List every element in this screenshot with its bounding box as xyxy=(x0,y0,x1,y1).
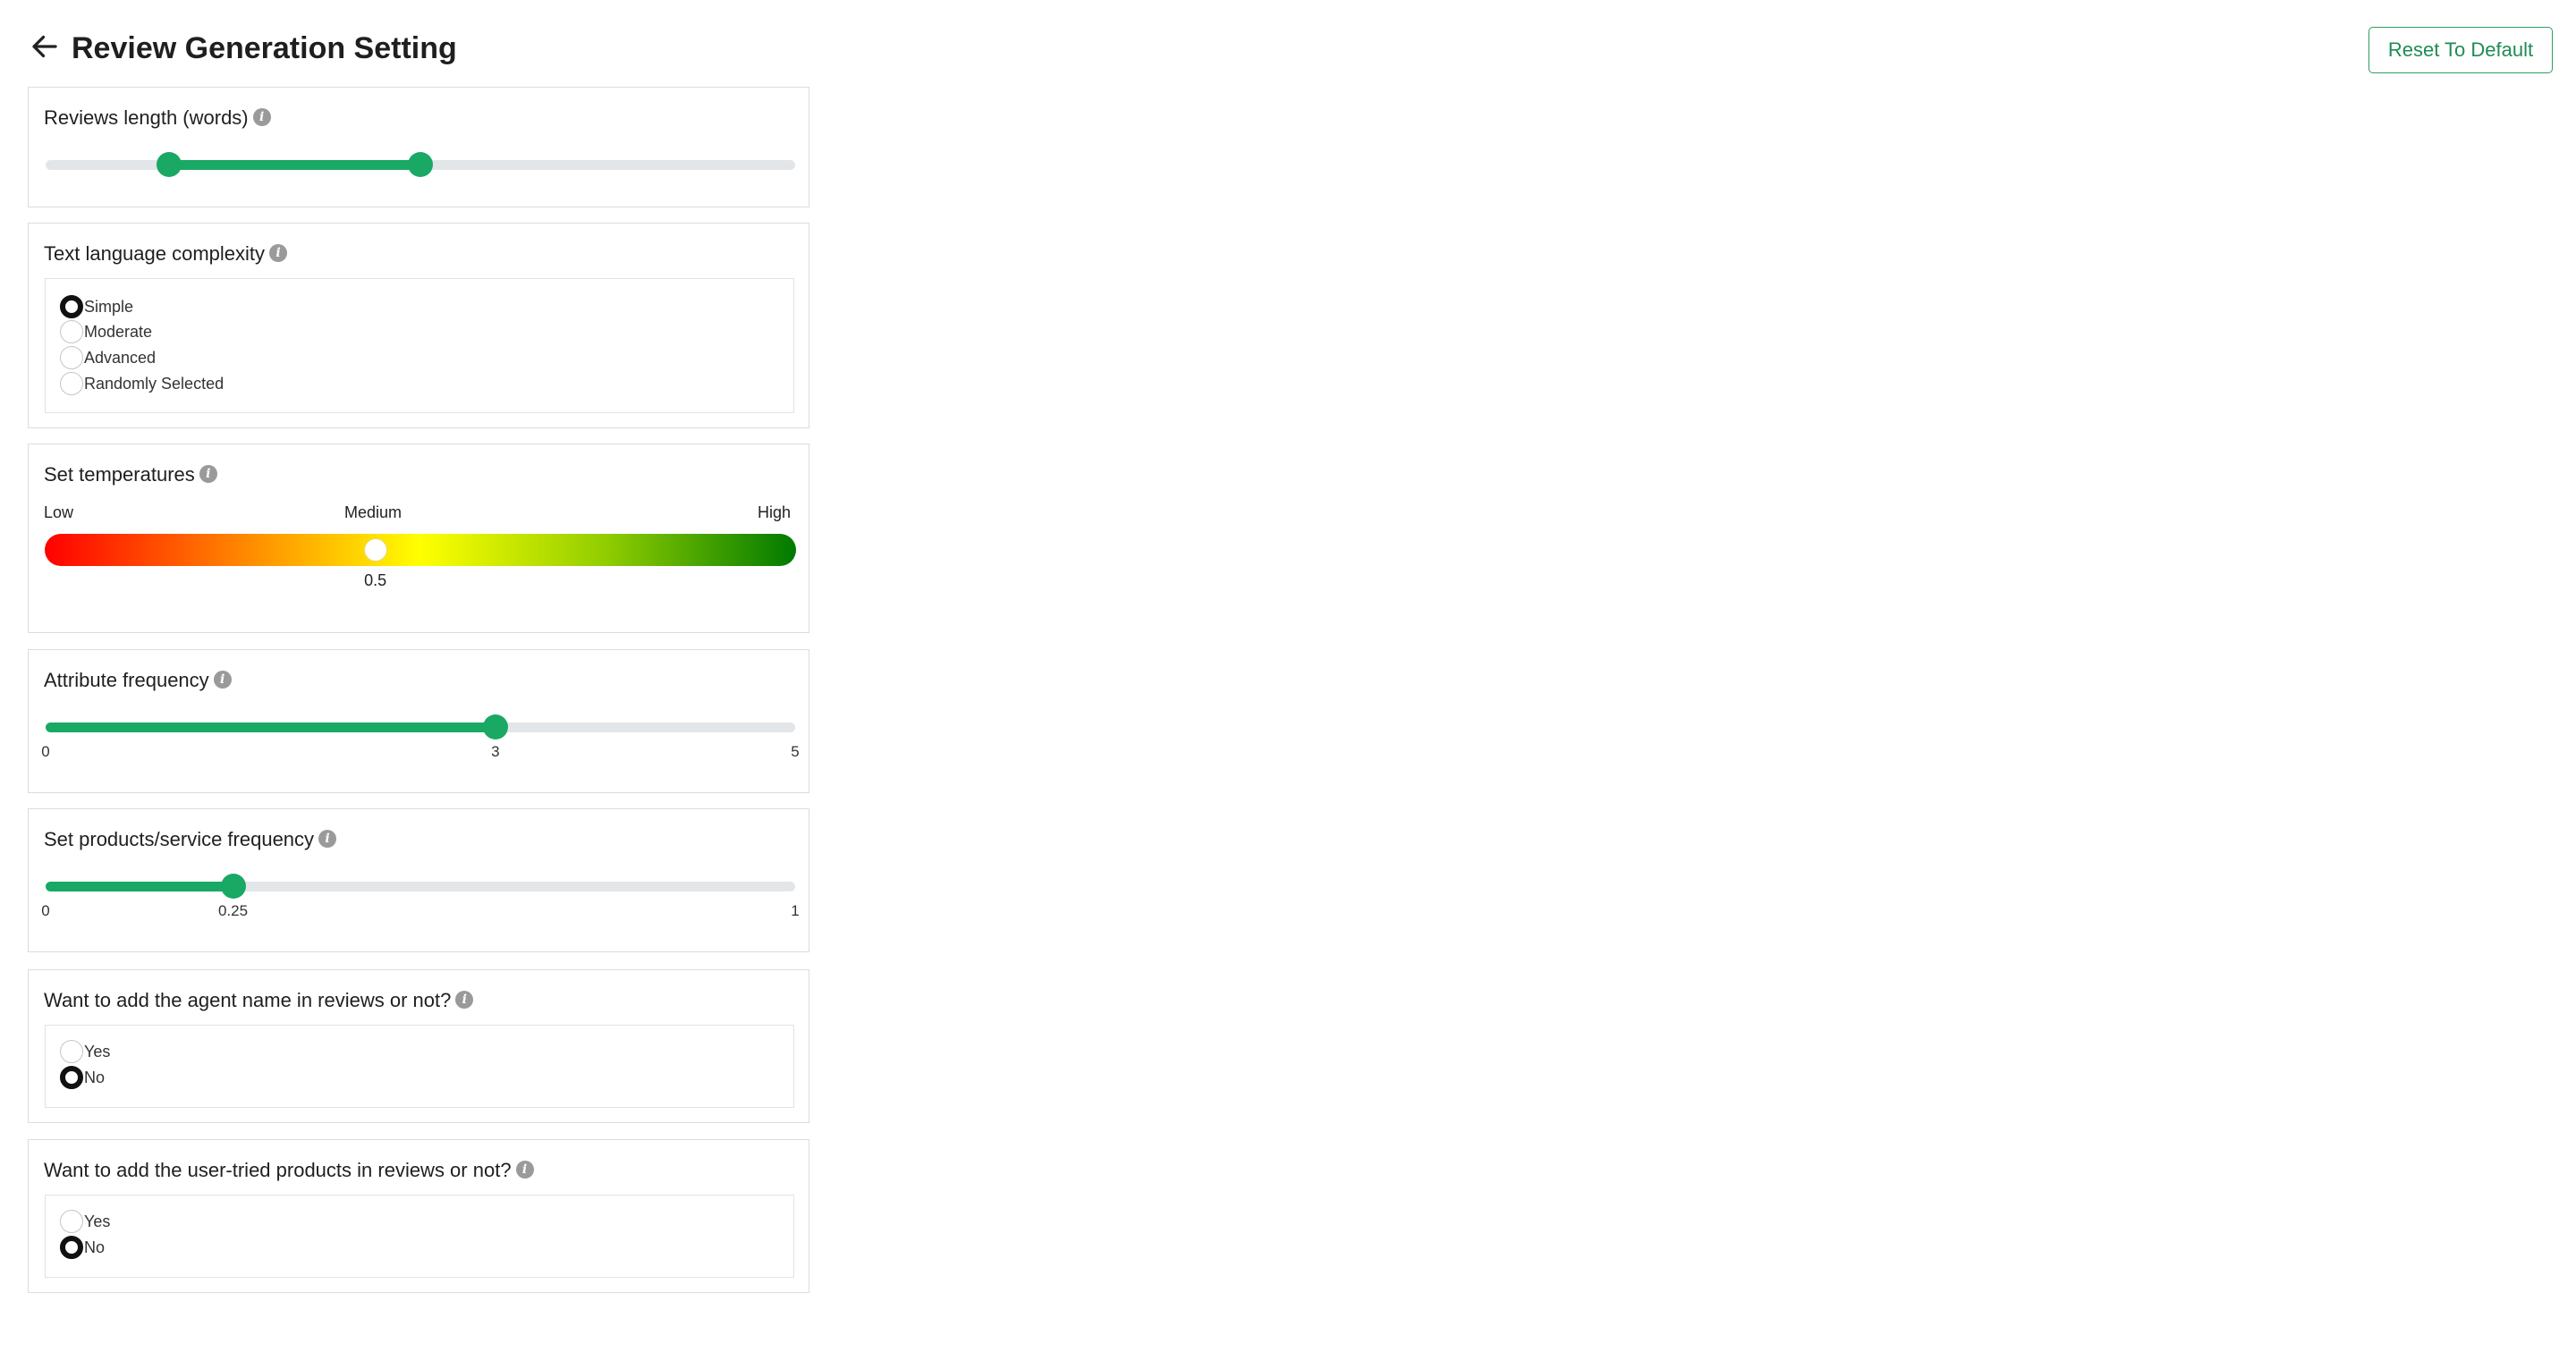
slider-fill xyxy=(46,722,496,732)
page-header: Review Generation Setting Reset To Defau… xyxy=(29,27,2560,73)
radio-label: Moderate xyxy=(84,322,153,341)
radio-button[interactable] xyxy=(60,1066,83,1089)
slider-handle[interactable] xyxy=(482,714,508,739)
complexity-radio-group: Simple Moderate Advanced Randomly Select… xyxy=(45,278,794,413)
temperature-slider[interactable] xyxy=(45,534,796,566)
temperature-value: 0.5 xyxy=(364,571,387,589)
radio-button[interactable] xyxy=(60,295,83,318)
user-tried-products-question: Want to add the user-tried products in r… xyxy=(44,1159,512,1181)
agent-name-question: Want to add the agent name in reviews or… xyxy=(44,989,452,1011)
reset-to-default-button[interactable]: Reset To Default xyxy=(2368,27,2553,73)
info-icon[interactable]: i xyxy=(318,830,337,849)
temperature-low-label: Low xyxy=(44,503,74,521)
attribute-frequency-label: Attribute frequency xyxy=(44,669,209,691)
attribute-frequency-slider[interactable] xyxy=(46,714,795,739)
radio-option-simple[interactable]: Simple xyxy=(60,295,133,318)
radio-button[interactable] xyxy=(60,1236,83,1259)
radio-option-yes[interactable]: Yes xyxy=(60,1210,110,1233)
language-complexity-card: Text language complexity i Simple Moderat… xyxy=(28,223,809,428)
radio-label: Advanced xyxy=(84,348,157,367)
card-title: Want to add the user-tried products in r… xyxy=(44,1158,534,1183)
radio-label: Randomly Selected xyxy=(84,374,225,393)
radio-option-advanced[interactable]: Advanced xyxy=(60,346,156,369)
slider-min-label: 0 xyxy=(41,902,50,919)
reviews-length-slider[interactable] xyxy=(46,152,795,177)
radio-label: No xyxy=(84,1238,106,1256)
card-title: Set temperatures i xyxy=(44,462,217,487)
slider-handle[interactable] xyxy=(220,874,246,899)
radio-label: No xyxy=(84,1068,106,1086)
reviews-length-label: Reviews length (words) xyxy=(44,106,249,129)
info-icon[interactable]: i xyxy=(199,465,217,484)
slider-current-label: 3 xyxy=(491,743,500,760)
card-title: Attribute frequency i xyxy=(44,668,232,693)
slider-range-fill xyxy=(169,160,420,170)
back-button[interactable] xyxy=(29,30,61,63)
info-icon[interactable]: i xyxy=(515,1161,534,1179)
slider-min-label: 0 xyxy=(41,743,50,760)
slider-fill xyxy=(46,882,233,891)
slider-max-handle[interactable] xyxy=(408,152,433,177)
radio-button[interactable] xyxy=(60,320,83,343)
product-frequency-label: Set products/service frequency xyxy=(44,828,315,850)
radio-option-no[interactable]: No xyxy=(60,1066,105,1089)
card-title: Want to add the agent name in reviews or… xyxy=(44,988,474,1013)
info-icon[interactable]: i xyxy=(213,671,232,689)
temperature-medium-label: Medium xyxy=(344,503,402,521)
temperature-high-label: High xyxy=(758,503,792,521)
radio-option-no[interactable]: No xyxy=(60,1236,105,1259)
radio-label: Yes xyxy=(84,1212,111,1230)
slider-min-handle[interactable] xyxy=(157,152,182,177)
radio-button[interactable] xyxy=(60,346,83,369)
user-tried-products-card: Want to add the user-tried products in r… xyxy=(28,1139,809,1293)
info-icon[interactable]: i xyxy=(455,991,474,1010)
card-title: Set products/service frequency i xyxy=(44,827,337,852)
radio-button[interactable] xyxy=(60,1210,83,1233)
radio-option-randomly-selected[interactable]: Randomly Selected xyxy=(60,372,224,395)
agent-name-radio-group: Yes No xyxy=(45,1025,794,1108)
radio-option-moderate[interactable]: Moderate xyxy=(60,320,152,343)
radio-option-yes[interactable]: Yes xyxy=(60,1040,110,1063)
radio-label: Simple xyxy=(84,297,134,316)
temperature-label: Set temperatures xyxy=(44,463,195,486)
slider-max-label: 5 xyxy=(791,743,800,760)
info-icon[interactable]: i xyxy=(252,108,271,127)
reviews-length-card: Reviews length (words) i xyxy=(28,87,809,207)
slider-current-label: 0.25 xyxy=(217,902,249,919)
product-frequency-card: Set products/service frequency i 0 0.25 1 xyxy=(28,808,809,952)
radio-button[interactable] xyxy=(60,1040,83,1063)
user-tried-radio-group: Yes No xyxy=(45,1195,794,1278)
product-frequency-slider[interactable] xyxy=(46,874,795,899)
radio-button[interactable] xyxy=(60,372,83,395)
agent-name-card: Want to add the agent name in reviews or… xyxy=(28,969,809,1123)
info-icon[interactable]: i xyxy=(269,244,288,263)
slider-max-label: 1 xyxy=(791,902,800,919)
temperature-card: Set temperatures i Low Medium High 0.5 xyxy=(28,444,809,633)
attribute-frequency-card: Attribute frequency i 0 3 5 xyxy=(28,649,809,793)
arrow-left-icon xyxy=(32,35,57,58)
temperature-slider-handle[interactable] xyxy=(363,538,387,562)
language-complexity-label: Text language complexity xyxy=(44,242,266,265)
card-title: Text language complexity i xyxy=(44,241,288,266)
page-title: Review Generation Setting xyxy=(72,31,457,65)
card-title: Reviews length (words) i xyxy=(44,106,271,131)
radio-label: Yes xyxy=(84,1042,111,1060)
